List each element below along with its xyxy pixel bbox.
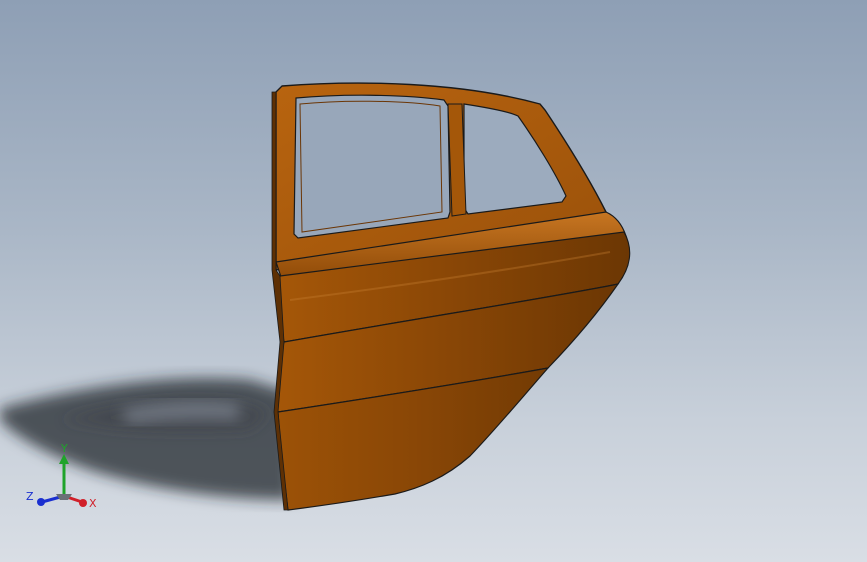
window-opening-front [293, 94, 451, 239]
view-orientation-triad[interactable]: Y X Z [22, 440, 102, 520]
y-axis-label: Y [60, 442, 68, 455]
x-axis-label: X [89, 497, 97, 510]
z-axis-label: Z [26, 490, 34, 503]
z-axis-ball [37, 498, 45, 506]
3d-viewport[interactable]: Y X Z [0, 0, 867, 562]
x-axis-ball [79, 499, 87, 507]
y-axis-arrow [59, 454, 69, 464]
door-model-scene[interactable] [0, 0, 867, 562]
